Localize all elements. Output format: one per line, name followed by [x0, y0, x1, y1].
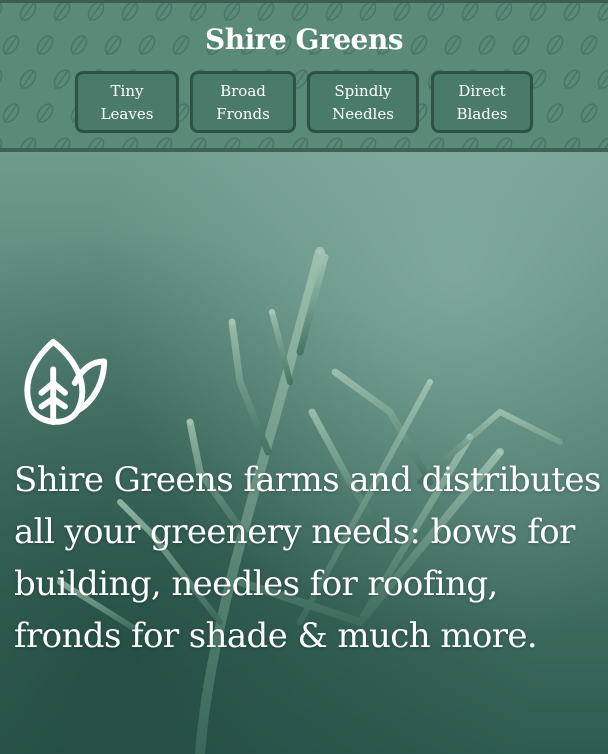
hero-tagline: Shire Greens farms and distributes all y… [14, 460, 601, 656]
pattern-leaf-icon [87, 137, 105, 148]
pattern-leaf-icon [461, 137, 479, 148]
pattern-leaf-icon [53, 137, 71, 148]
pattern-leaf-icon [359, 137, 377, 148]
nav-tiny-leaves-button[interactable]: Tiny Leaves [75, 71, 179, 133]
pattern-leaf-icon [19, 3, 37, 22]
pattern-leaf-icon [223, 137, 241, 148]
nav-broad-fronds-button[interactable]: Broad Fronds [190, 71, 296, 133]
main-nav: Tiny Leaves Broad Fronds Spindly Needles… [0, 71, 608, 137]
nav-spindly-needles-button[interactable]: Spindly Needles [307, 71, 419, 133]
leaf-logo-icon [24, 338, 108, 426]
pattern-leaf-icon [325, 3, 343, 22]
pattern-leaf-icon [291, 3, 309, 22]
plant-background-image [57, 247, 563, 754]
pattern-leaf-icon [189, 3, 207, 22]
pattern-leaf-icon [0, 3, 3, 22]
nav-direct-blades-button[interactable]: Direct Blades [431, 71, 533, 133]
pattern-leaf-icon [393, 3, 411, 22]
pattern-leaf-icon [291, 137, 309, 148]
pattern-leaf-icon [257, 137, 275, 148]
pattern-leaf-icon [495, 137, 513, 148]
pattern-leaf-icon [155, 3, 173, 22]
hero-section: Shire Greens farms and distributes all y… [0, 152, 608, 754]
pattern-leaf-icon [223, 3, 241, 22]
site-title: Shire Greens [205, 23, 403, 56]
pattern-leaf-icon [19, 137, 37, 148]
nav-tiny-leaves-label: Tiny Leaves [100, 81, 154, 123]
pattern-leaf-icon [189, 137, 207, 148]
pattern-leaf-icon [529, 3, 547, 22]
pattern-leaf-icon [461, 3, 479, 22]
pattern-leaf-icon [155, 137, 173, 148]
pattern-leaf-icon [427, 137, 445, 148]
nav-direct-blades-label: Direct Blades [456, 81, 508, 123]
pattern-leaf-icon [427, 3, 445, 22]
pattern-leaf-icon [121, 3, 139, 22]
pattern-leaf-icon [53, 3, 71, 22]
pattern-leaf-icon [393, 137, 411, 148]
pattern-leaf-icon [495, 3, 513, 22]
nav-broad-fronds-label: Broad Fronds [216, 81, 270, 123]
pattern-leaf-icon [563, 137, 581, 148]
pattern-leaf-icon [121, 137, 139, 148]
nav-spindly-needles-label: Spindly Needles [332, 81, 394, 123]
pattern-leaf-icon [597, 137, 608, 148]
pattern-leaf-icon [257, 3, 275, 22]
pattern-leaf-icon [87, 3, 105, 22]
pattern-leaf-icon [597, 3, 608, 22]
pattern-leaf-icon [325, 137, 343, 148]
site-header: Shire Greens Tiny Leaves Broad Fronds Sp… [0, 0, 608, 152]
pattern-leaf-icon [359, 3, 377, 22]
pattern-leaf-icon [0, 137, 3, 148]
pattern-leaf-icon [529, 137, 547, 148]
pattern-leaf-icon [563, 3, 581, 22]
